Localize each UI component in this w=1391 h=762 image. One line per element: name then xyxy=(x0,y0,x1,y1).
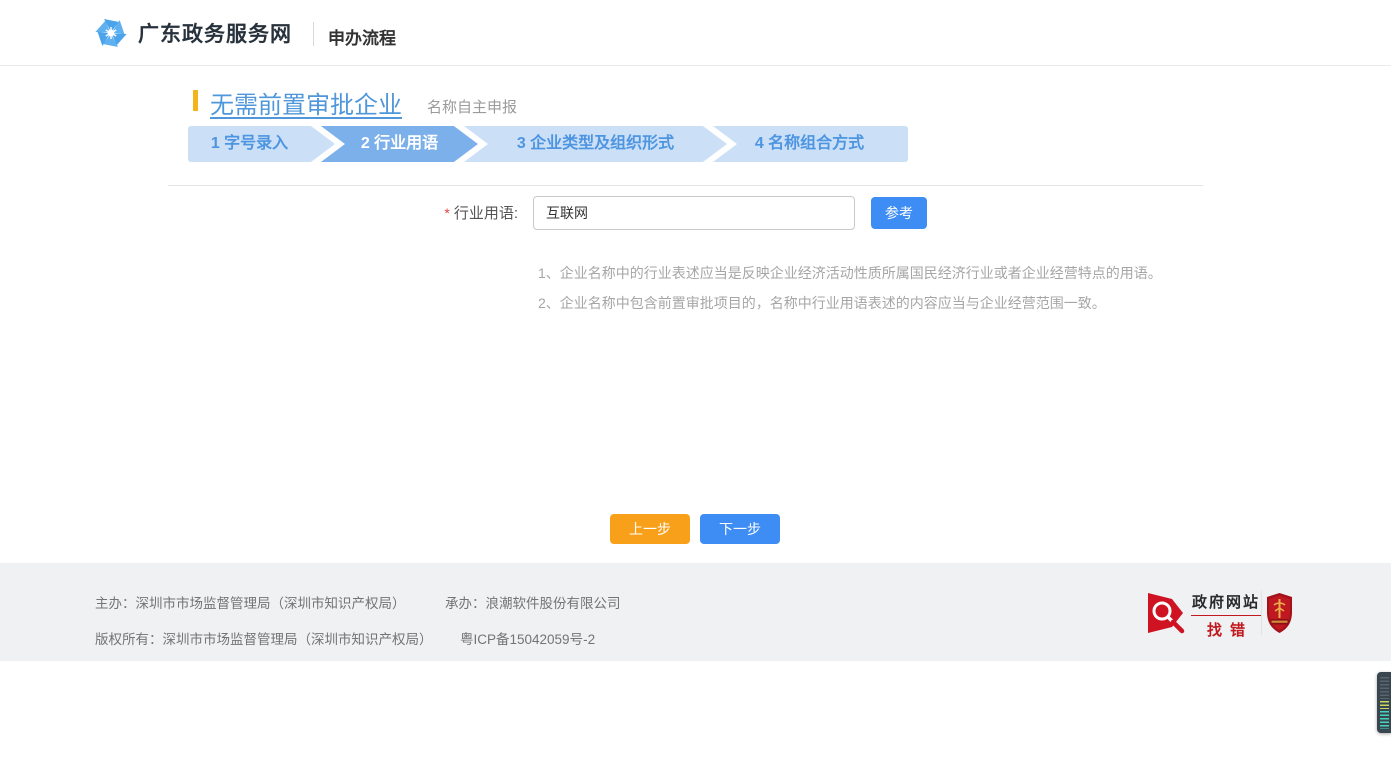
reference-button[interactable]: 参考 xyxy=(871,197,927,229)
page: 广东政务服务网 申办流程 无需前置审批企业 名称自主申报 1 字号录入 2 行业… xyxy=(0,0,1391,762)
hint-line-1: 1、企业名称中的行业表述应当是反映企业经济活动性质所属国民经济行业或者企业经营特… xyxy=(538,263,1162,283)
gov-website-error-report-badge[interactable]: 政府网站 找错 xyxy=(1148,591,1261,640)
footer-icp-number: 粤ICP备15042059号-2 xyxy=(460,628,595,648)
error-badge-line1: 政府网站 xyxy=(1191,591,1261,616)
footer: 主办：深圳市市场监督管理局（深圳市知识产权局） 承办：浪潮软件股份有限公司 版权… xyxy=(0,563,1391,661)
required-asterisk: * xyxy=(444,205,449,221)
page-subtitle: 名称自主申报 xyxy=(427,96,517,117)
minimap-stripes-teal xyxy=(1380,711,1389,729)
hint-line-2: 2、企业名称中包含前置审批项目的，名称中行业用语表述的内容应当与企业经营范围一致… xyxy=(538,293,1106,313)
extension-minimap-widget[interactable] xyxy=(1377,672,1391,733)
industry-term-label-text: 行业用语: xyxy=(454,205,518,222)
minimap-stripes-gray xyxy=(1380,677,1389,699)
security-shield-icon xyxy=(1266,592,1293,634)
previous-step-button[interactable]: 上一步 xyxy=(610,514,690,544)
industry-term-label: * 行业用语: xyxy=(168,197,518,229)
next-step-button[interactable]: 下一步 xyxy=(700,514,780,544)
content-divider xyxy=(168,185,1203,186)
header: 广东政务服务网 申办流程 xyxy=(0,0,1391,66)
page-name: 申办流程 xyxy=(328,24,396,49)
chevron-separator-icon xyxy=(703,126,737,162)
error-badge-line2: 找错 xyxy=(1191,619,1261,640)
step-4-name-combination[interactable]: 4 名称组合方式 xyxy=(737,126,908,162)
site-name: 广东政务服务网 xyxy=(138,18,292,48)
site-brand[interactable]: 广东政务服务网 xyxy=(95,17,292,49)
page-title: 无需前置审批企业 xyxy=(210,85,402,120)
site-logo-icon xyxy=(95,17,127,49)
error-badge-flag-icon xyxy=(1148,591,1186,635)
step-3-company-type[interactable]: 3 企业类型及组织形式 xyxy=(488,126,703,162)
badge-divider xyxy=(1261,591,1262,635)
security-shield-badge[interactable] xyxy=(1266,592,1293,634)
title-accent-bar xyxy=(193,90,198,111)
step-1-zihao-entry[interactable]: 1 字号录入 xyxy=(188,126,311,162)
footer-copyright: 版权所有：深圳市市场监督管理局（深圳市知识产权局） xyxy=(95,628,433,648)
footer-undertaker: 承办：浪潮软件股份有限公司 xyxy=(445,592,621,612)
industry-term-input[interactable] xyxy=(533,196,855,230)
minimap-stripes-yellow xyxy=(1380,701,1389,709)
footer-host: 主办：深圳市市场监督管理局（深圳市知识产权局） xyxy=(95,592,406,612)
header-divider xyxy=(313,22,314,46)
step-progress-bar: 1 字号录入 2 行业用语 3 企业类型及组织形式 4 名称组合方式 xyxy=(188,126,908,162)
error-badge-text: 政府网站 找错 xyxy=(1191,591,1261,640)
